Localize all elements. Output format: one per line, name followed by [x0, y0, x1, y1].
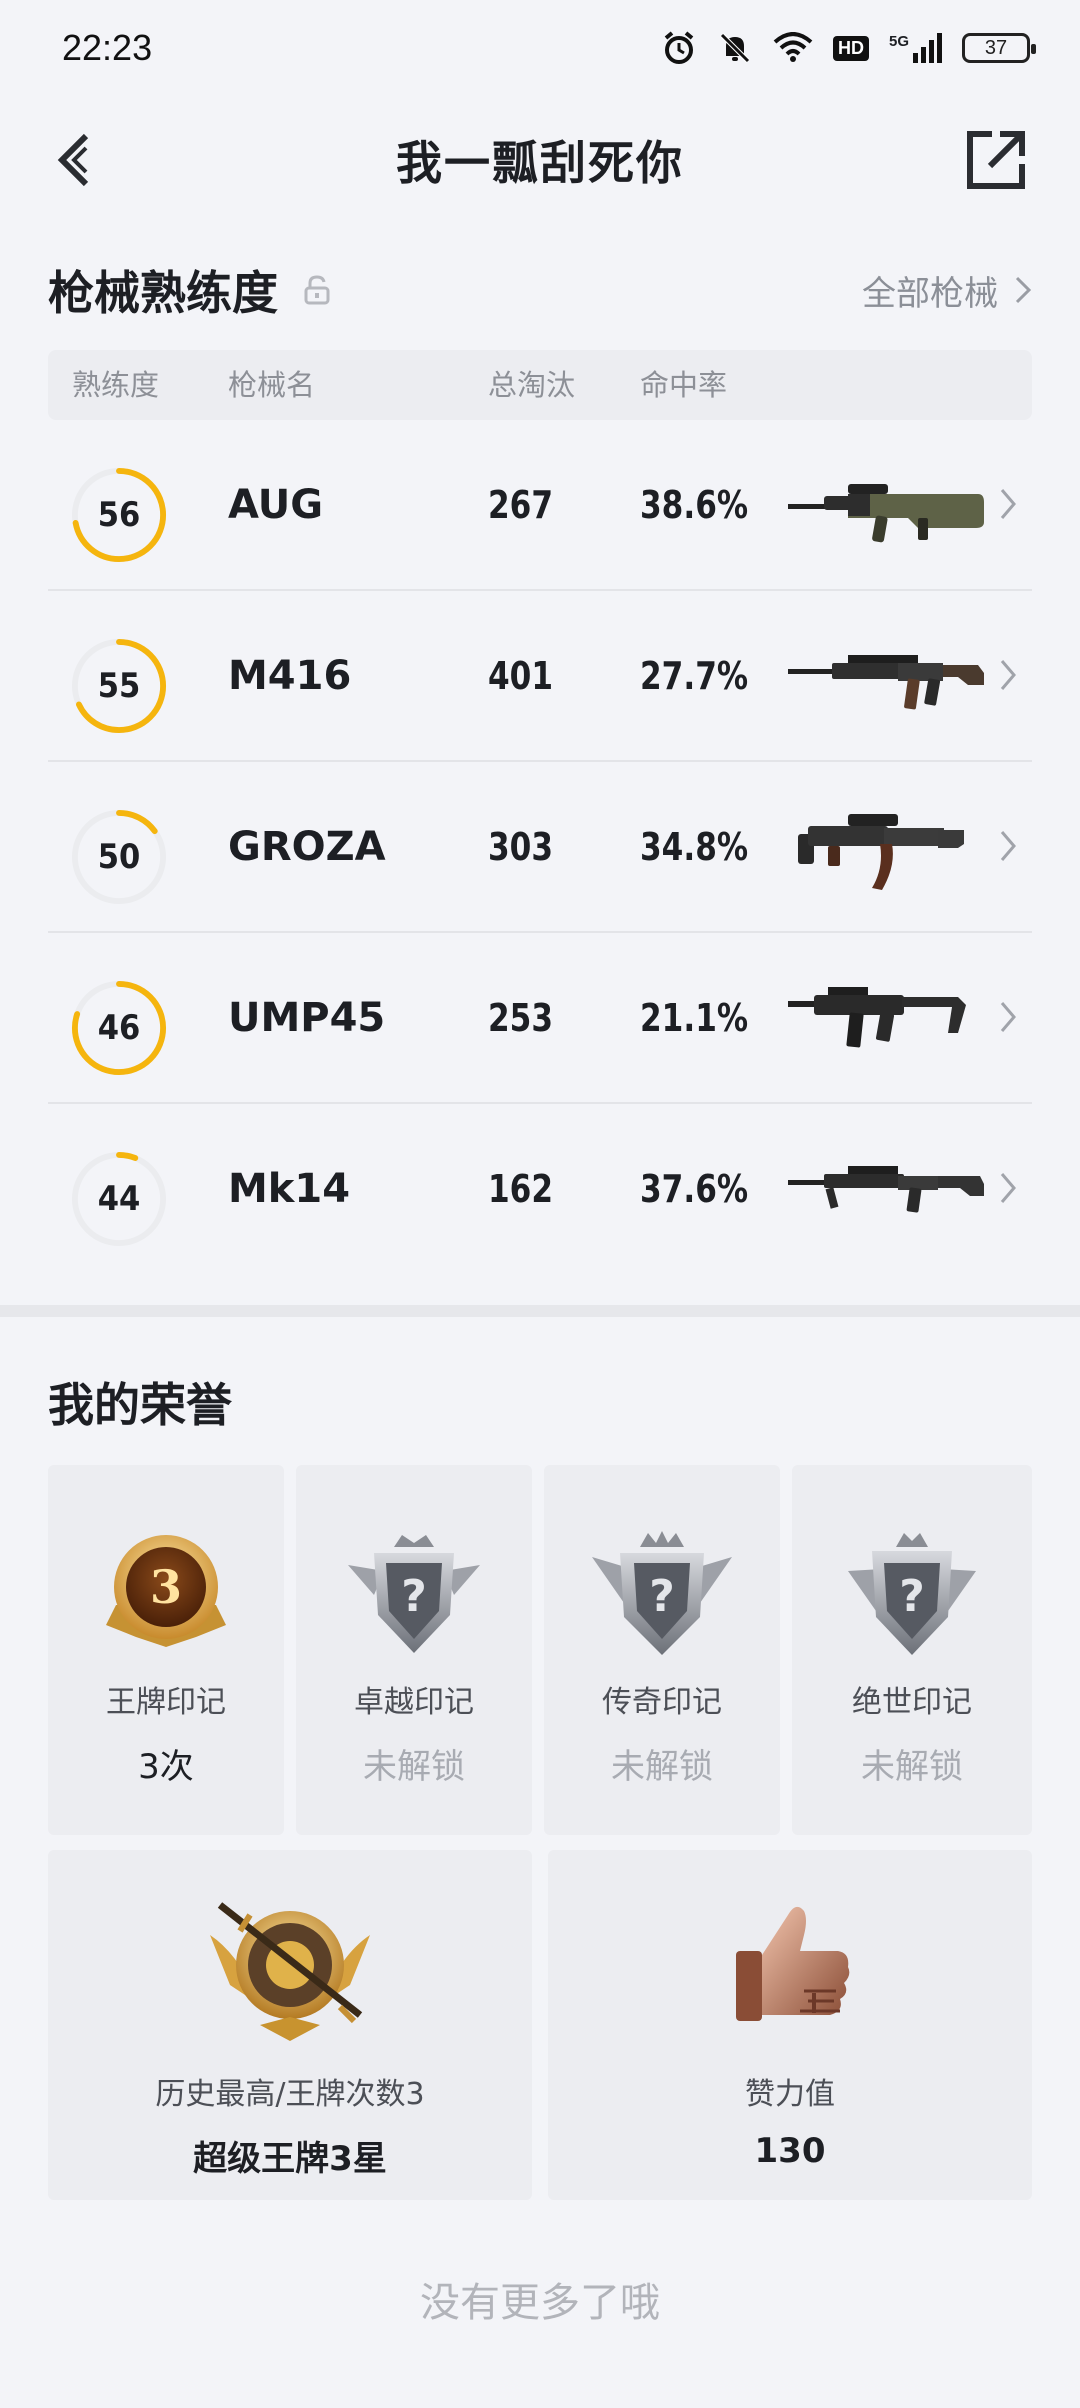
honor-highest-rank[interactable]: 历史最高/王牌次数3 超级王牌3星	[48, 1850, 532, 2200]
battery-icon: 37	[962, 33, 1036, 63]
weapon-kills: 253	[488, 996, 554, 1040]
weapon-accuracy: 21.1%	[640, 996, 749, 1040]
weapon-row[interactable]: 56 AUG 267 38.6%	[48, 420, 1032, 591]
aug-rifle-icon	[788, 484, 984, 543]
svg-text:?: ?	[649, 1571, 675, 1622]
honors-title: 我的荣誉	[48, 1378, 232, 1432]
groza-rifle-icon	[798, 814, 964, 890]
weapon-row[interactable]: 46 UMP45 253 21.1%	[48, 933, 1032, 1104]
badge-value: 未解锁	[861, 1747, 963, 1787]
weapon-accuracy: 27.7%	[640, 654, 749, 698]
stat-label: 赞力值	[745, 2077, 835, 2112]
weapon-name: UMP45	[228, 995, 386, 1041]
proficiency-level: 56	[97, 495, 141, 535]
stat-value: 超级王牌3星	[193, 2139, 387, 2179]
weapon-row[interactable]: 55 M416 401 27.7%	[48, 591, 1032, 762]
badge-label: 传奇印记	[602, 1685, 722, 1720]
thumbs-up-icon	[736, 1906, 850, 2021]
chevron-right-icon	[1000, 489, 1016, 519]
proficiency-level: 46	[97, 1008, 141, 1048]
weapon-accuracy: 38.6%	[640, 483, 749, 527]
ace-badge-number: 3	[150, 1560, 182, 1614]
stat-value: 130	[754, 2131, 826, 2171]
col-weapon-name: 枪械名	[228, 368, 316, 402]
weapon-name: Mk14	[228, 1166, 351, 1212]
chevron-right-icon	[1015, 276, 1032, 304]
status-icons: HD 5G 37	[661, 30, 1036, 66]
share-icon	[967, 131, 1025, 189]
ump45-smg-icon	[788, 987, 966, 1048]
section-title: 枪械熟练度	[48, 266, 278, 320]
super-ace-emblem-icon	[210, 1902, 370, 2041]
locked-badge-icon: ?	[592, 1531, 732, 1655]
back-arrow-icon	[57, 133, 89, 187]
unlock-icon[interactable]	[304, 275, 330, 305]
weapon-kills: 401	[488, 654, 554, 698]
weapon-name: GROZA	[228, 824, 386, 870]
status-bar: 22:23 HD 5G 37	[0, 0, 1080, 96]
mk14-rifle-icon	[788, 1166, 984, 1213]
honor-badge-ace[interactable]: 3 王牌印记 3次	[48, 1465, 284, 1835]
locked-badge-icon: ?	[848, 1533, 976, 1655]
col-proficiency: 熟练度	[72, 368, 160, 402]
honor-badge-peerless[interactable]: ? 绝世印记 未解锁	[792, 1465, 1032, 1835]
weapon-accuracy: 34.8%	[640, 825, 749, 869]
section-divider	[0, 1305, 1080, 1317]
badge-label: 王牌印记	[106, 1685, 226, 1720]
honor-badge-excellence[interactable]: ? 卓越印记 未解锁	[296, 1465, 532, 1835]
weapon-name: M416	[228, 653, 352, 699]
honors-section: 我的荣誉 3 王牌印记 3次 ? 卓越印记 未解锁 ? 传奇印记 未解锁 ? 绝…	[0, 1340, 1080, 2200]
svg-text:?: ?	[899, 1571, 925, 1622]
chevron-right-icon	[1000, 660, 1016, 690]
weapon-proficiency-section: 枪械熟练度 全部枪械 熟练度 枪械名 总淘汰 命中率 56 AUG 267 38…	[0, 250, 1080, 1275]
badge-label: 卓越印记	[354, 1685, 474, 1720]
status-time: 22:23	[62, 27, 153, 68]
proficiency-level: 44	[97, 1179, 141, 1219]
no-more-content-note: 没有更多了哦	[420, 2280, 660, 2326]
chevron-right-icon	[1000, 1173, 1016, 1203]
weapon-kills: 162	[488, 1167, 554, 1211]
battery-level: 37	[984, 36, 1008, 59]
chevron-right-icon	[1000, 831, 1016, 861]
top-nav: 我一瓢刮死你	[0, 110, 1080, 210]
all-weapons-label: 全部枪械	[862, 273, 998, 314]
alarm-icon	[661, 30, 697, 66]
locked-badge-icon: ?	[348, 1535, 480, 1653]
weapon-accuracy: 37.6%	[640, 1167, 749, 1211]
stat-label: 历史最高/王牌次数3	[155, 2077, 425, 2112]
weapon-list: 56 AUG 267 38.6% 55 M416 401 27.7% 50 GR…	[0, 420, 1080, 1275]
weapon-table-header: 熟练度 枪械名 总淘汰 命中率	[48, 350, 1032, 420]
honor-likes[interactable]: 赞力值 130	[548, 1850, 1032, 2200]
badge-value: 未解锁	[363, 1747, 465, 1787]
weapon-kills: 267	[488, 483, 554, 527]
badge-value: 未解锁	[611, 1747, 713, 1787]
ace-badge-icon: 3	[106, 1535, 226, 1647]
badge-value: 3次	[138, 1747, 194, 1787]
weapon-kills: 303	[488, 825, 554, 869]
all-weapons-link[interactable]: 全部枪械	[862, 250, 1032, 330]
col-accuracy: 命中率	[640, 368, 728, 402]
honor-badge-legend[interactable]: ? 传奇印记 未解锁	[544, 1465, 780, 1835]
proficiency-level: 50	[97, 837, 141, 877]
signal-icon: 5G	[889, 33, 942, 63]
share-button[interactable]	[960, 124, 1032, 196]
weapon-section-header: 枪械熟练度 全部枪械	[0, 250, 1080, 330]
mute-bell-icon	[717, 30, 753, 66]
wifi-icon	[773, 32, 813, 64]
col-kills: 总淘汰	[488, 368, 576, 402]
proficiency-level: 55	[97, 666, 141, 706]
weapon-row[interactable]: 44 Mk14 162 37.6%	[48, 1104, 1032, 1275]
weapon-row[interactable]: 50 GROZA 303 34.8%	[48, 762, 1032, 933]
badge-label: 绝世印记	[852, 1685, 972, 1720]
m416-rifle-icon	[788, 655, 984, 710]
svg-text:?: ?	[401, 1571, 427, 1622]
hd-icon: HD	[832, 35, 869, 61]
weapon-name: AUG	[228, 482, 324, 528]
chevron-right-icon	[1000, 1002, 1016, 1032]
network-type: 5G	[888, 33, 909, 50]
page-title: 我一瓢刮死你	[396, 136, 684, 190]
back-button[interactable]	[42, 128, 106, 192]
